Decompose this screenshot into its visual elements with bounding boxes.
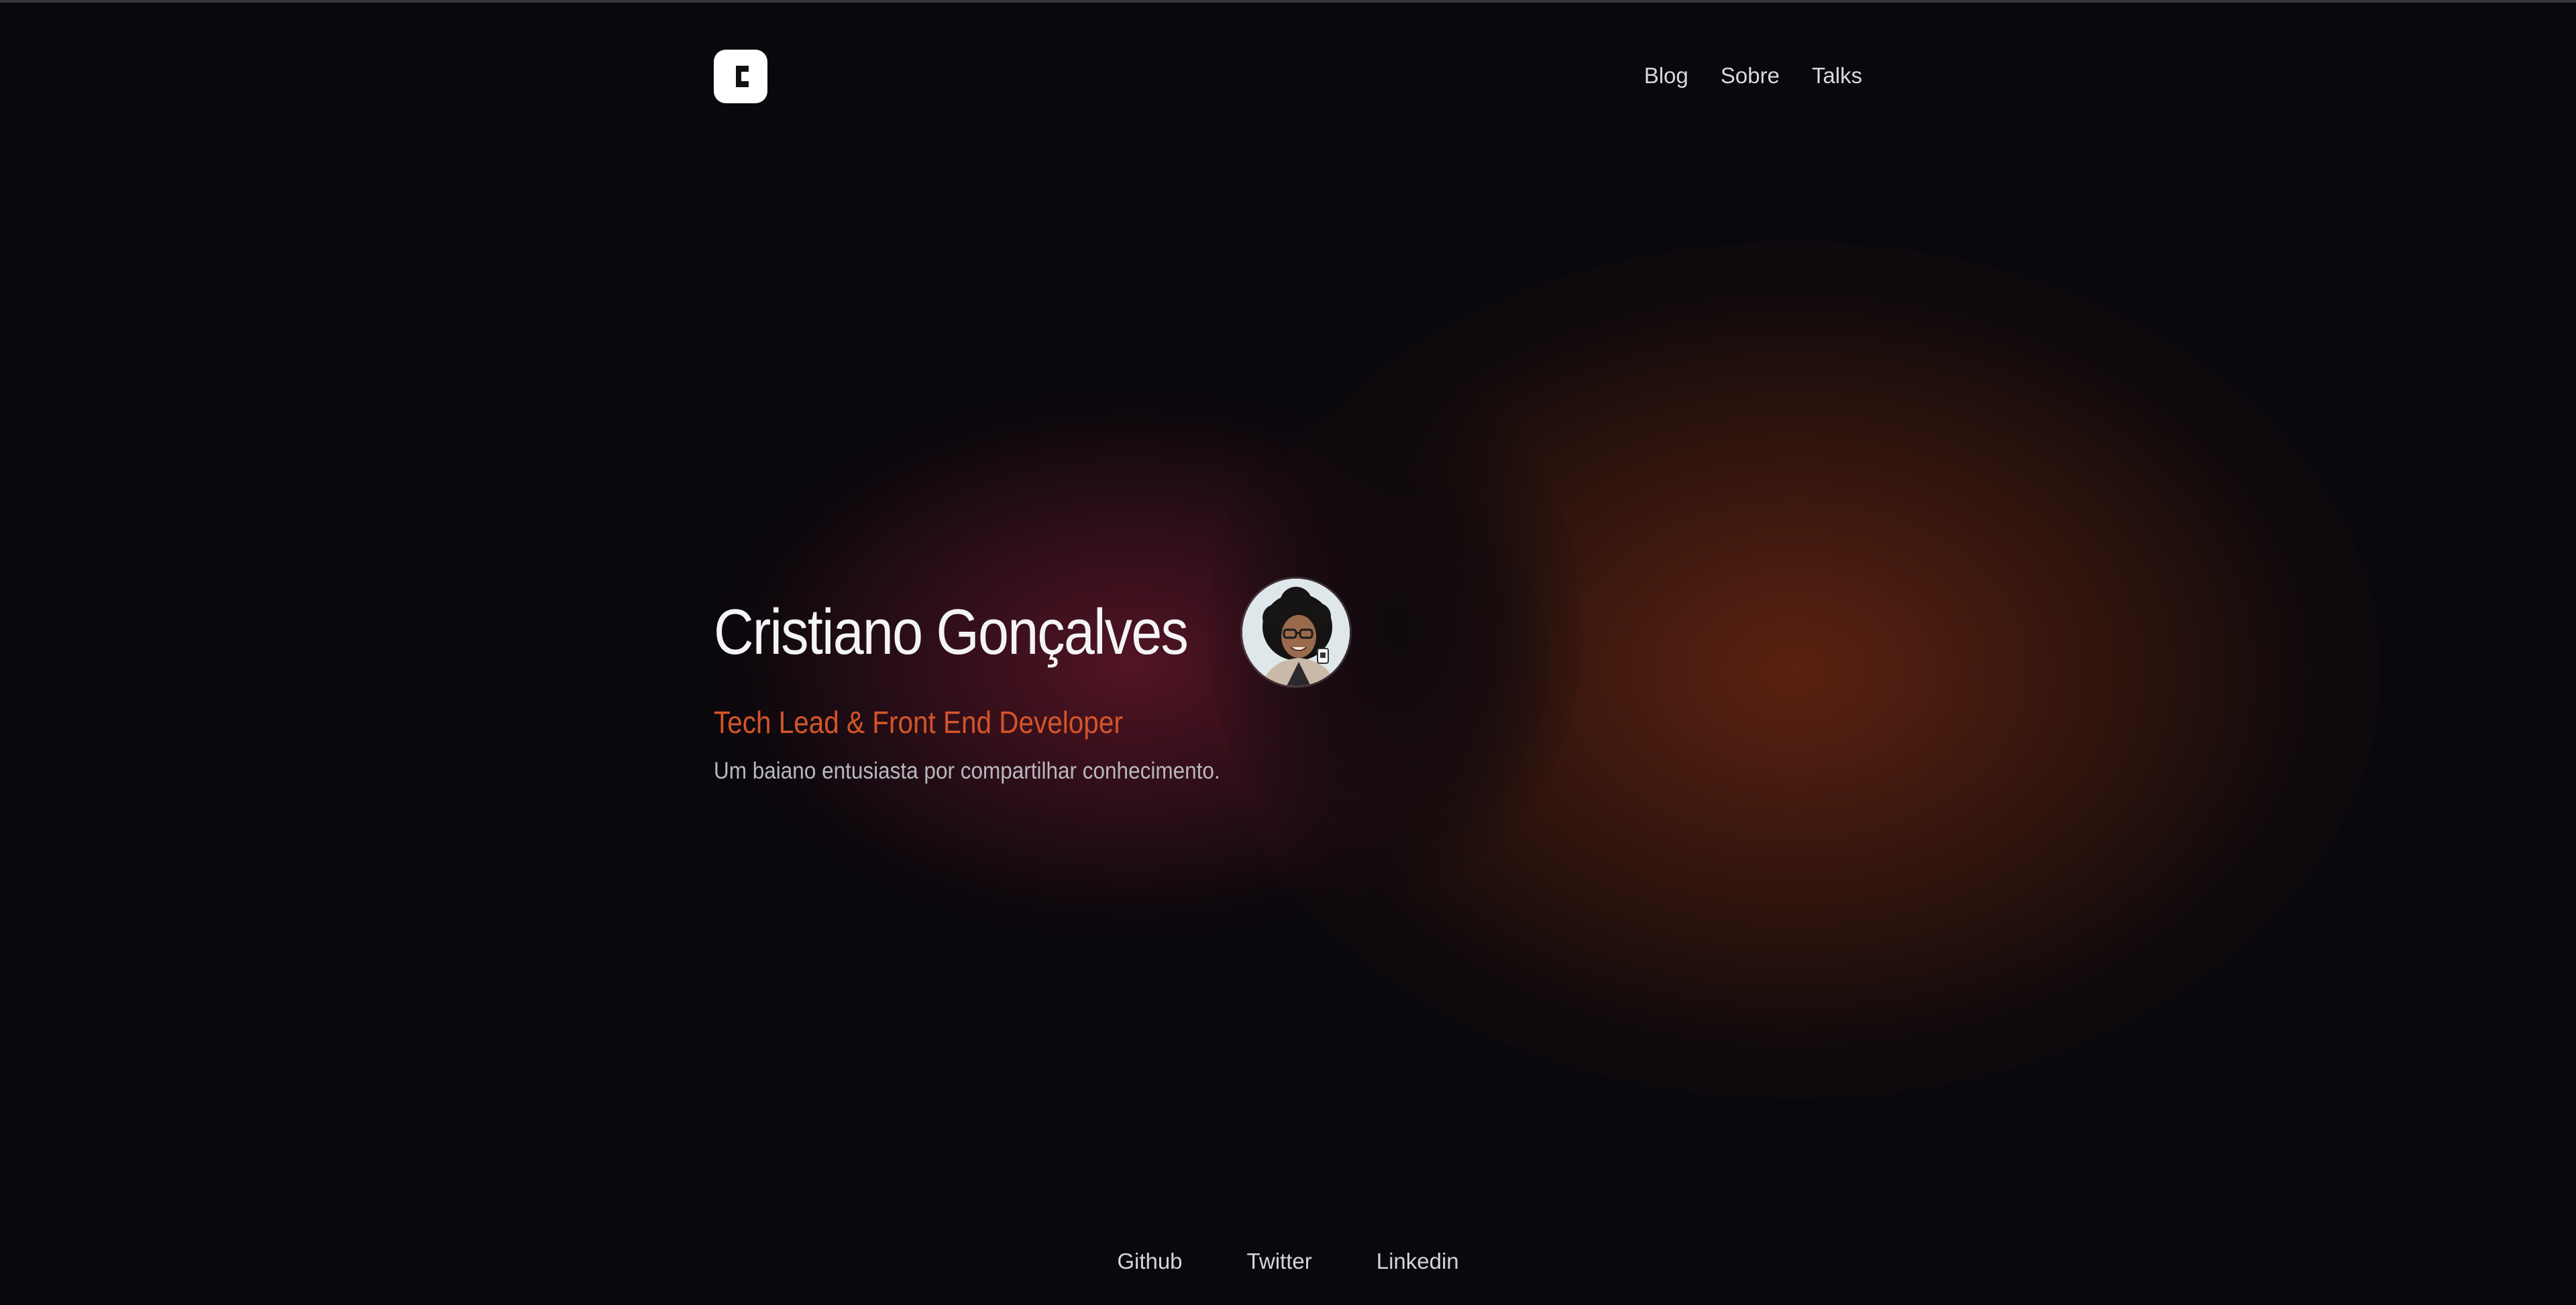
hero-tagline: Um baiano entusiasta por compartilhar co… <box>714 758 1220 784</box>
avatar <box>1242 579 1350 686</box>
footer-link-github[interactable]: Github <box>1117 1249 1182 1274</box>
site-footer: Github Twitter Linkedin <box>0 1249 2576 1274</box>
c-logo-icon[interactable] <box>714 50 767 103</box>
footer-link-linkedin[interactable]: Linkedin <box>1377 1249 1459 1274</box>
c-logo-glyph <box>736 66 749 87</box>
title-row: Cristiano Gonçalves <box>714 578 1519 687</box>
profile-photo-icon <box>1242 579 1350 686</box>
nav-link-blog[interactable]: Blog <box>1644 63 1688 89</box>
nav-link-sobre[interactable]: Sobre <box>1721 63 1780 89</box>
nav-link-talks[interactable]: Talks <box>1812 63 1862 89</box>
page-title: Cristiano Gonçalves <box>714 596 1189 668</box>
main-nav: Blog Sobre Talks <box>1644 63 1862 89</box>
page: Blog Sobre Talks Cristiano Gonçalves Tec… <box>0 0 2576 1305</box>
hero-subtitle: Tech Lead & Front End Developer <box>714 705 1123 740</box>
hero-section: Cristiano Gonçalves Tech Lead & Front En… <box>714 578 1519 785</box>
site-header: Blog Sobre Talks <box>714 50 1862 106</box>
footer-link-twitter[interactable]: Twitter <box>1247 1249 1312 1274</box>
top-divider <box>0 0 2576 3</box>
